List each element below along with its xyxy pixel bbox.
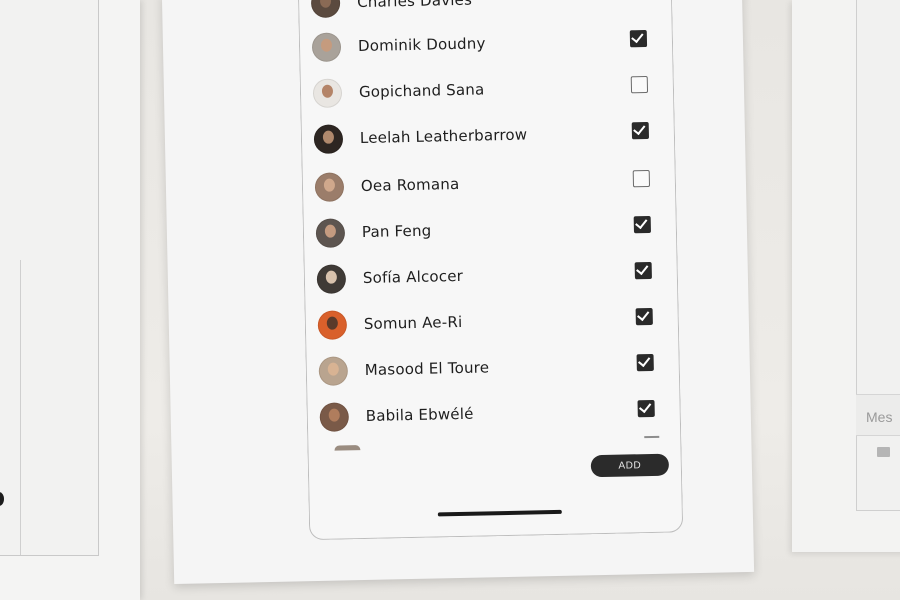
contact-row[interactable]: Somun Ae-Ri	[317, 298, 668, 347]
avatar-face	[325, 270, 337, 284]
avatar-face	[322, 130, 335, 144]
checkmark-icon	[631, 30, 644, 44]
avatar-face	[321, 84, 334, 98]
contact-name: Charles Davies	[356, 0, 473, 12]
contact-row[interactable]: Leelah Leatherbarrow	[313, 112, 665, 161]
contact-name: Masood El Toure	[364, 358, 490, 379]
left-printed-sheet	[0, 0, 140, 600]
message-input-placeholder: Mes	[866, 409, 893, 425]
phone-screen: Charles Davies Dominik Doudny Gopichand Sa…	[297, 0, 684, 541]
checkbox-checked[interactable]	[634, 261, 652, 280]
center-printed-sheet: Charles Davies Dominik Doudny Gopichand Sa…	[161, 0, 755, 585]
avatar-face	[326, 316, 338, 330]
contact-name: Dominik Doudny	[357, 34, 486, 56]
right-printed-sheet: Mes	[792, 0, 900, 552]
contact-name: Sofía Alcocer	[362, 266, 464, 287]
checkmark-icon	[637, 308, 650, 322]
contact-row[interactable]: Gopichand Sana	[312, 66, 664, 115]
contact-name: Babila Ebwélé	[365, 404, 474, 425]
contact-row[interactable]: Babila Ebwélé	[319, 390, 670, 439]
checkbox-checked[interactable]	[636, 353, 654, 372]
contact-name: Leelah Leatherbarrow	[359, 125, 528, 148]
image-icon[interactable]	[877, 447, 890, 457]
checkmark-icon	[635, 216, 648, 230]
partial-avatar	[334, 445, 361, 451]
left-sheet-inner-frame	[0, 260, 21, 555]
avatar-face	[319, 0, 332, 8]
avatar	[313, 124, 344, 154]
checkbox-checked[interactable]	[637, 399, 655, 418]
contact-row[interactable]: Sofía Alcocer	[316, 252, 667, 301]
checkbox-checked[interactable]	[633, 215, 651, 234]
partial-checkbox	[644, 435, 660, 439]
avatar-face	[328, 408, 340, 422]
checkbox-unchecked[interactable]	[632, 169, 651, 188]
avatar	[311, 32, 342, 63]
checkmark-icon	[637, 354, 651, 368]
avatar	[316, 264, 347, 294]
avatar-face	[324, 224, 337, 238]
checkmark-icon	[636, 262, 649, 276]
contact-name: Gopichand Sana	[358, 80, 485, 102]
checkbox-checked[interactable]	[631, 121, 650, 140]
checkmark-icon	[633, 122, 646, 136]
contact-name: Oea Romana	[360, 174, 460, 196]
checkbox-checked[interactable]	[629, 29, 648, 48]
contact-name: Somun Ae-Ri	[363, 312, 463, 333]
contact-row[interactable]: Pan Feng	[315, 206, 667, 255]
add-button[interactable]: ADD	[590, 453, 670, 478]
contact-name: Pan Feng	[361, 221, 432, 241]
avatar-face	[323, 178, 336, 192]
contact-row[interactable]: Oea Romana	[314, 160, 666, 209]
avatar	[317, 310, 348, 340]
avatar	[318, 356, 349, 386]
avatar-face	[327, 362, 339, 376]
checkbox-unchecked[interactable]	[630, 75, 649, 94]
avatar	[312, 78, 343, 108]
avatar	[310, 0, 341, 19]
avatar	[314, 172, 345, 202]
contact-row[interactable]: Dominik Doudny	[311, 20, 663, 69]
avatar-face	[320, 38, 333, 52]
avatar	[319, 402, 350, 432]
contact-row[interactable]: Masood El Toure	[318, 344, 669, 393]
avatar	[315, 218, 346, 248]
checkbox-checked[interactable]	[635, 307, 653, 326]
home-indicator	[437, 509, 562, 517]
checkmark-icon	[638, 400, 652, 414]
